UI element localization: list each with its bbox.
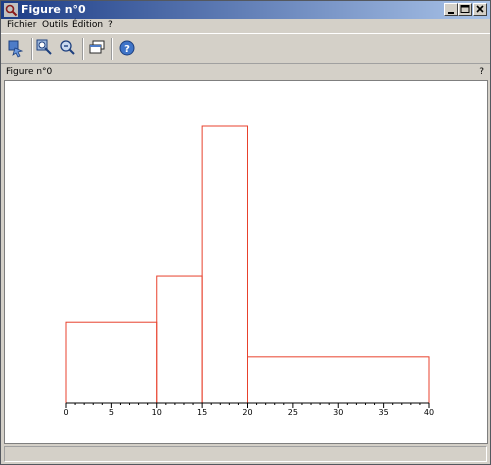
x-tick-label: 35 xyxy=(379,408,389,417)
status-field xyxy=(4,446,487,462)
figure-infobar: Figure n°0 ? xyxy=(1,63,490,80)
x-tick-label: 20 xyxy=(242,408,252,417)
window-title: Figure n°0 xyxy=(21,3,86,16)
histogram-bar-3 xyxy=(247,356,430,404)
minimize-icon xyxy=(448,12,454,14)
minimize-button[interactable] xyxy=(444,3,458,16)
toolbar: ? xyxy=(1,33,490,64)
menu-fichier[interactable]: Fichier xyxy=(7,20,36,30)
rotate-icon[interactable] xyxy=(5,37,27,59)
close-icon xyxy=(476,5,484,13)
menu-outils[interactable]: Outils xyxy=(42,20,68,30)
x-tick-label: 10 xyxy=(152,408,162,417)
x-tick-label: 15 xyxy=(197,408,207,417)
plot-canvas[interactable]: 0 5 10 15 20 25 30 35 40 xyxy=(4,80,488,444)
x-tick-label: 5 xyxy=(109,408,114,417)
maximize-icon xyxy=(460,5,470,13)
svg-text:?: ? xyxy=(124,44,130,55)
figure-label: Figure n°0 xyxy=(6,67,53,77)
histogram-bar-1 xyxy=(156,275,203,404)
help-button[interactable]: ? xyxy=(479,67,484,77)
histogram-bar-2 xyxy=(201,125,248,404)
x-tick-label: 25 xyxy=(288,408,298,417)
toolbar-separator xyxy=(82,38,84,60)
toolbar-separator xyxy=(111,38,113,60)
x-tick-label: 0 xyxy=(63,408,68,417)
menu-help[interactable]: ? xyxy=(108,20,113,30)
figure-window: Figure n°0 Fichier Outils Édition ? ? Fi… xyxy=(0,0,491,465)
toolbar-separator xyxy=(31,38,33,60)
menu-edition[interactable]: Édition xyxy=(72,20,103,30)
x-tick-label: 30 xyxy=(333,408,343,417)
close-button[interactable] xyxy=(473,3,487,16)
title-bar[interactable]: Figure n°0 xyxy=(1,1,490,19)
help-icon[interactable]: ? xyxy=(116,37,138,59)
zoom-in-icon[interactable] xyxy=(34,37,56,59)
histogram-chart: 0 5 10 15 20 25 30 35 40 xyxy=(63,125,434,417)
windows-icon[interactable] xyxy=(86,37,108,59)
status-bar xyxy=(1,444,490,464)
maximize-button[interactable] xyxy=(458,3,472,16)
x-tick-label: 40 xyxy=(424,408,434,417)
scilab-icon xyxy=(4,3,18,17)
histogram-bar-0 xyxy=(65,321,158,404)
zoom-out-icon[interactable] xyxy=(57,37,79,59)
menu-bar: Fichier Outils Édition ? xyxy=(1,19,490,33)
